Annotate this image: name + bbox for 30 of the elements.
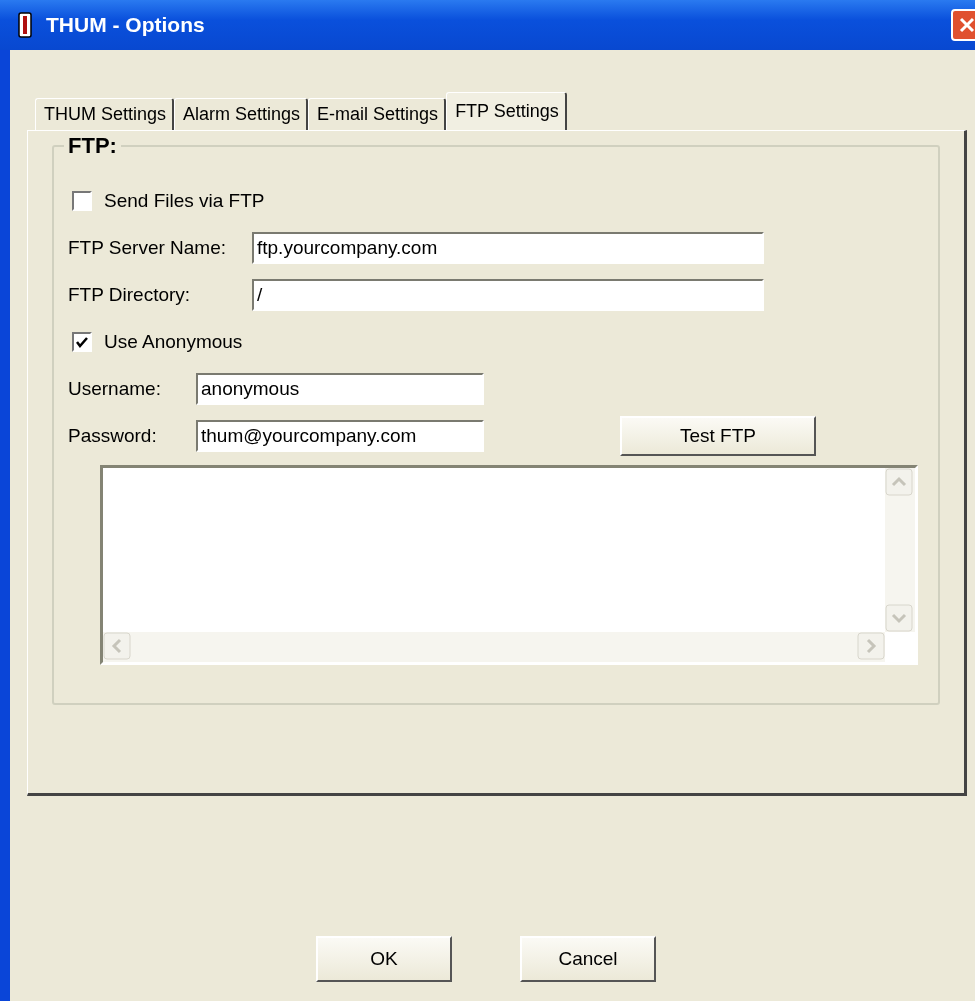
field-label: FTP Server Name: [68, 236, 228, 259]
scroll-down-icon[interactable] [885, 604, 913, 632]
checkbox-label: Use Anonymous [104, 330, 243, 353]
checkbox[interactable] [72, 190, 92, 211]
field-label: Username: [68, 377, 162, 400]
close-button[interactable] [951, 9, 975, 41]
scroll-right-icon[interactable] [857, 632, 885, 660]
tab[interactable]: Alarm Settings [174, 98, 309, 130]
log-text-area[interactable] [100, 465, 918, 665]
input-field[interactable]: ftp.yourcompany.com [252, 231, 764, 264]
vertical-scrollbar[interactable] [885, 468, 915, 632]
field-label: FTP Directory: [68, 283, 192, 306]
dialog-button[interactable]: Cancel [520, 936, 656, 982]
tab[interactable]: E-mail Settings [308, 98, 447, 130]
thermometer-icon [18, 12, 32, 38]
checkbox[interactable] [72, 331, 92, 352]
test-ftp-button[interactable]: Test FTP [620, 415, 816, 456]
scroll-left-icon[interactable] [103, 632, 131, 660]
field-label: Password: [68, 424, 158, 447]
tab[interactable]: THUM Settings [35, 98, 175, 130]
close-icon[interactable] [957, 15, 975, 35]
tab[interactable]: FTP Settings [446, 92, 567, 130]
scroll-up-icon[interactable] [885, 468, 913, 496]
dialog-button[interactable]: OK [316, 936, 452, 982]
input-field[interactable]: / [252, 278, 764, 311]
input-field[interactable]: anonymous [196, 372, 484, 405]
checkbox-label: Send Files via FTP [104, 189, 265, 212]
horizontal-scrollbar[interactable] [103, 632, 885, 662]
window-title: THUM - Options [46, 13, 205, 37]
input-field[interactable]: thum@yourcompany.com [196, 419, 484, 452]
